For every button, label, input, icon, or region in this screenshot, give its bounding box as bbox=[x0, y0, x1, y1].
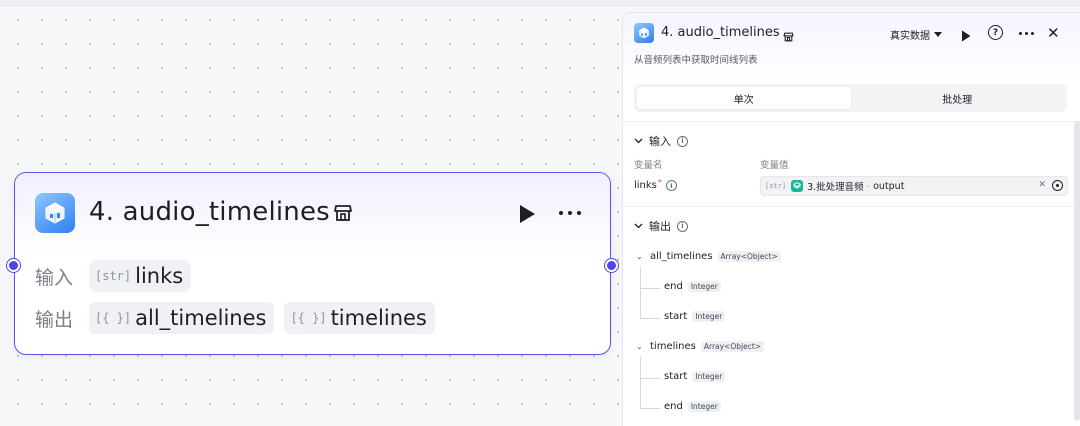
info-icon[interactable]: i bbox=[677, 135, 688, 147]
type-badge: Integer bbox=[687, 401, 721, 412]
param-reference-field[interactable]: [str] 3.批处理音频 - output ✕ bbox=[760, 176, 1068, 196]
output-field-start: start Integer bbox=[664, 371, 726, 382]
input-section-header[interactable]: 输入 i bbox=[634, 133, 688, 149]
clear-icon[interactable]: ✕ bbox=[1038, 180, 1046, 190]
data-source-select[interactable]: 真实数据 bbox=[890, 27, 942, 42]
required-mark: * bbox=[657, 178, 662, 187]
tab-batch[interactable]: 批处理 bbox=[851, 87, 1065, 109]
column-header-value: 变量值 bbox=[760, 160, 789, 171]
type-badge: Integer bbox=[687, 281, 721, 292]
param-name: links bbox=[634, 180, 657, 191]
workflow-node[interactable]: 4. audio_timelines 输入 [str] links 输出 [{ … bbox=[7, 172, 618, 355]
store-icon[interactable] bbox=[783, 27, 794, 46]
string-list-icon: [str] bbox=[765, 182, 787, 190]
type-badge: Array<Object> bbox=[700, 341, 765, 352]
string-list-icon: [str] bbox=[95, 269, 132, 283]
param-links-label: links * i bbox=[634, 178, 677, 191]
info-icon[interactable]: i bbox=[665, 180, 677, 191]
chevron-down-icon bbox=[634, 223, 643, 229]
tab-single[interactable]: 单次 bbox=[637, 87, 851, 109]
node-input-row: 输入 [str] links bbox=[35, 260, 201, 292]
node-output-row: 输出 [{ }] all_timelines [{ }] timelines bbox=[35, 302, 445, 334]
input-chip-links: [str] links bbox=[89, 260, 192, 292]
tree-line bbox=[640, 267, 641, 319]
type-badge: Integer bbox=[692, 371, 726, 382]
close-icon[interactable]: ✕ bbox=[1047, 24, 1060, 42]
output-section-header[interactable]: 输出 i bbox=[634, 218, 688, 234]
object-array-icon: [{ }] bbox=[290, 311, 327, 325]
run-node-button[interactable] bbox=[961, 27, 971, 46]
object-array-icon: [{ }] bbox=[95, 311, 132, 325]
divider bbox=[623, 121, 1080, 122]
help-icon[interactable]: ? bbox=[988, 25, 1003, 40]
mode-tabs: 单次 批处理 bbox=[634, 84, 1067, 112]
panel-description: 从音频列表中获取时间线列表 bbox=[634, 55, 758, 66]
output-chip-all-timelines: [{ }] all_timelines bbox=[89, 302, 275, 334]
chevron-down-icon: ⌄ bbox=[636, 252, 643, 261]
type-badge: Integer bbox=[692, 311, 726, 322]
panel-scrollbar[interactable] bbox=[1074, 121, 1080, 421]
field-name: timelines bbox=[650, 341, 696, 352]
tree-line bbox=[640, 408, 660, 409]
info-icon[interactable]: i bbox=[677, 220, 688, 232]
caret-down-icon bbox=[934, 31, 942, 37]
output-section-title: 输出 bbox=[649, 220, 671, 233]
field-name: start bbox=[664, 311, 688, 322]
store-icon[interactable] bbox=[333, 204, 353, 226]
node-title: 4. audio_timelines bbox=[89, 197, 330, 227]
output-label: 输出 bbox=[35, 308, 74, 331]
output-field-all-timelines[interactable]: ⌄ all_timelines Array<Object> bbox=[636, 251, 781, 262]
input-port[interactable] bbox=[7, 259, 20, 272]
output-chip-timelines: [{ }] timelines bbox=[284, 302, 435, 334]
output-field-timelines[interactable]: ⌄ timelines Array<Object> bbox=[636, 341, 765, 352]
output-chip-label: all_timelines bbox=[135, 306, 267, 330]
field-name: start bbox=[664, 371, 688, 382]
node-config-panel: 4. audio_timelines 真实数据 ? ✕ 从音频列表中获取时间线列… bbox=[622, 12, 1080, 426]
input-section-title: 输入 bbox=[649, 135, 671, 148]
node-cube-icon bbox=[35, 193, 75, 233]
divider bbox=[623, 206, 1080, 207]
data-source-label: 真实数据 bbox=[890, 31, 930, 42]
tree-line bbox=[640, 378, 660, 379]
tree-line bbox=[640, 318, 660, 319]
tree-line bbox=[640, 357, 641, 409]
panel-header-bg bbox=[623, 13, 1080, 83]
tree-line bbox=[640, 288, 660, 289]
output-chip-label: timelines bbox=[330, 306, 427, 330]
reference-node-name: 3.批处理音频 bbox=[807, 182, 864, 193]
field-name: end bbox=[664, 281, 683, 292]
input-label: 输入 bbox=[35, 266, 74, 289]
input-chip-label: links bbox=[135, 264, 184, 288]
top-strip bbox=[0, 0, 1080, 6]
reference-field-name: output bbox=[873, 180, 905, 192]
chevron-down-icon: ⌄ bbox=[636, 342, 643, 351]
field-name: end bbox=[664, 401, 683, 412]
field-name: all_timelines bbox=[650, 251, 713, 262]
output-field-end: end Integer bbox=[664, 401, 721, 412]
node-cube-icon bbox=[634, 23, 654, 43]
reference-separator: - bbox=[866, 180, 871, 192]
panel-title: 4. audio_timelines bbox=[661, 25, 780, 40]
column-header-name: 变量名 bbox=[634, 160, 663, 171]
more-icon[interactable] bbox=[559, 211, 581, 215]
output-field-end: end Integer bbox=[664, 281, 721, 292]
more-icon[interactable] bbox=[1019, 32, 1034, 35]
output-port[interactable] bbox=[605, 259, 618, 272]
variable-picker-icon[interactable] bbox=[1052, 180, 1063, 191]
chevron-down-icon bbox=[634, 138, 643, 144]
batch-node-icon bbox=[791, 180, 804, 192]
type-badge: Array<Object> bbox=[717, 251, 781, 262]
run-node-button[interactable] bbox=[518, 204, 536, 228]
output-field-start: start Integer bbox=[664, 311, 726, 322]
